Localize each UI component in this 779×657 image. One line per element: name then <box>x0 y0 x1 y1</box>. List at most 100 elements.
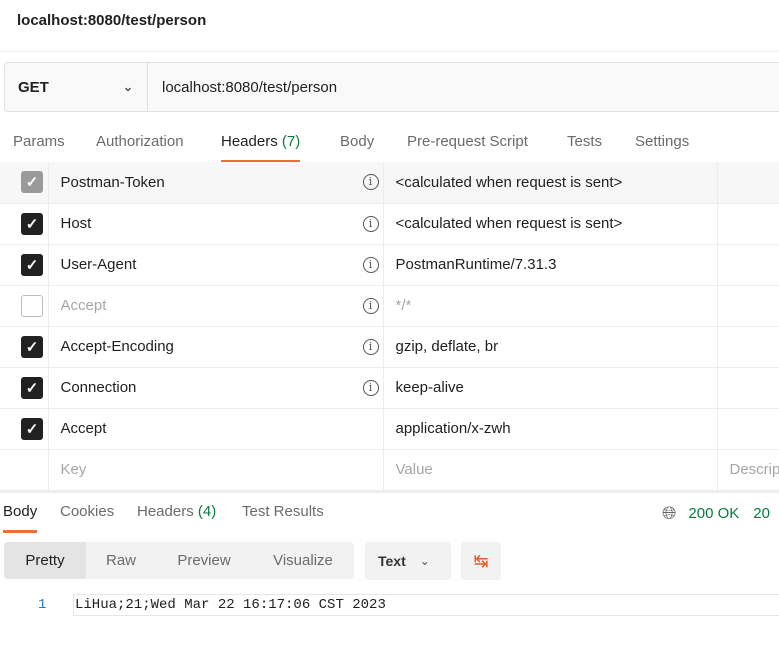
header-value[interactable]: */* <box>383 285 718 327</box>
chevron-down-icon: ⌄ <box>122 80 133 94</box>
view-visualize[interactable]: Visualize <box>252 542 354 579</box>
divider <box>0 51 779 52</box>
header-value[interactable]: gzip, deflate, br <box>383 326 718 368</box>
header-checkbox[interactable]: ✓ <box>21 335 43 358</box>
header-row: ✓ Accept-Encoding i gzip, deflate, br <box>0 326 779 368</box>
header-key[interactable]: User-Agent i <box>48 244 384 286</box>
checkbox-cell: ✓ <box>0 162 49 204</box>
info-icon[interactable]: i <box>362 297 379 314</box>
res-tab-body[interactable]: Body <box>3 503 38 533</box>
header-row: ✓ User-Agent i PostmanRuntime/7.31.3 <box>0 244 779 286</box>
header-key[interactable]: Connection i <box>48 367 384 409</box>
headers-table: ✓ Postman-Token i <calculated when reques… <box>0 162 779 491</box>
header-key[interactable]: Accept <box>48 408 384 450</box>
header-key-text: Accept <box>60 297 107 314</box>
key-input[interactable]: Key <box>48 449 384 491</box>
pane-divider[interactable] <box>0 490 779 493</box>
view-pretty[interactable]: Pretty <box>4 542 86 579</box>
tab-authorization[interactable]: Authorization <box>96 133 184 153</box>
res-headers-count: (4) <box>197 503 217 520</box>
info-icon[interactable]: i <box>362 379 379 396</box>
info-icon[interactable]: i <box>362 338 379 355</box>
header-description[interactable] <box>717 162 779 204</box>
wrap-lines-button[interactable]: ↹ <box>461 542 501 580</box>
view-preview[interactable]: Preview <box>156 542 252 579</box>
header-row: ✓ Accept application/x-zwh <box>0 408 779 450</box>
tab-tests[interactable]: Tests <box>567 133 602 153</box>
header-key[interactable]: Postman-Token i <box>48 162 384 204</box>
header-key-text: Accept-Encoding <box>60 338 174 355</box>
header-checkbox[interactable]: ✓ <box>21 253 43 276</box>
response-body[interactable]: LiHua;21;Wed Mar 22 16:17:06 CST 2023 <box>73 594 779 616</box>
header-value[interactable]: <calculated when request is sent> <box>383 162 718 204</box>
res-headers-label: Headers <box>137 503 194 520</box>
header-row: ✓ Connection i keep-alive <box>0 367 779 409</box>
header-key[interactable]: Host i <box>48 203 384 245</box>
checkbox-cell <box>0 449 49 491</box>
value-input[interactable]: Value <box>383 449 718 491</box>
url-input[interactable]: localhost:8080/test/person <box>148 63 337 111</box>
checkbox-cell: ✓ <box>0 367 49 409</box>
header-description[interactable] <box>717 326 779 368</box>
header-checkbox[interactable]: ✓ <box>21 376 43 399</box>
header-row: ✓ Postman-Token i <calculated when reques… <box>0 162 779 204</box>
checkbox-cell: ✓ <box>0 408 49 450</box>
header-value[interactable]: keep-alive <box>383 367 718 409</box>
header-key-text: Connection <box>60 379 137 396</box>
method-label: GET <box>18 78 49 96</box>
header-checkbox[interactable]: ✓ <box>21 212 43 235</box>
globe-icon[interactable]: 🌐︎ <box>662 503 676 524</box>
header-key-text: Accept <box>60 420 107 437</box>
res-tab-test-results[interactable]: Test Results <box>242 503 324 523</box>
header-description[interactable] <box>717 408 779 450</box>
header-checkbox[interactable] <box>21 294 43 317</box>
header-key[interactable]: Accept i <box>48 285 384 327</box>
description-input[interactable]: Descrip <box>717 449 779 491</box>
headers-count: (7) <box>281 133 301 150</box>
header-checkbox[interactable]: ✓ <box>21 171 43 194</box>
header-row: ✓ Host i <calculated when request is sent… <box>0 203 779 245</box>
chevron-down-icon: ⌄ <box>419 554 430 568</box>
header-description[interactable] <box>717 285 779 327</box>
view-mode-segmented: Pretty Raw Preview Visualize <box>4 542 354 579</box>
res-tab-headers[interactable]: Headers (4) <box>137 503 216 523</box>
header-value[interactable]: application/x-zwh <box>383 408 718 450</box>
response-time[interactable]: 20 <box>753 505 770 522</box>
tab-pre-request-script[interactable]: Pre-request Script <box>407 133 528 153</box>
header-key-text: Host <box>60 215 92 232</box>
header-key-text: Postman-Token <box>60 173 165 191</box>
tab-settings[interactable]: Settings <box>635 133 689 153</box>
wrap-icon: ↹ <box>473 550 489 571</box>
checkbox-cell: ✓ <box>0 203 49 245</box>
header-key[interactable]: Accept-Encoding i <box>48 326 384 368</box>
tab-body[interactable]: Body <box>340 133 374 153</box>
header-description[interactable] <box>717 367 779 409</box>
new-header-row: Key Value Descrip <box>0 449 779 491</box>
response-status: 🌐︎ 200 OK 20 <box>662 503 770 524</box>
info-icon[interactable]: i <box>362 256 379 273</box>
format-label: Text <box>378 553 406 569</box>
header-checkbox[interactable]: ✓ <box>21 417 43 440</box>
header-description[interactable] <box>717 203 779 245</box>
tab-headers[interactable]: Headers (7) <box>221 133 301 163</box>
status-code[interactable]: 200 OK <box>688 505 739 522</box>
info-icon[interactable]: i <box>362 174 379 190</box>
header-key-text: User-Agent <box>60 256 137 273</box>
header-row: Accept i */* <box>0 285 779 327</box>
method-select[interactable]: GET ⌄ <box>5 63 148 111</box>
checkbox-cell <box>0 285 49 327</box>
line-number: 1 <box>38 597 47 613</box>
checkbox-cell: ✓ <box>0 326 49 368</box>
request-title: localhost:8080/test/person <box>17 12 207 29</box>
info-icon[interactable]: i <box>362 215 379 232</box>
res-tab-cookies[interactable]: Cookies <box>60 503 114 523</box>
header-description[interactable] <box>717 244 779 286</box>
tab-params[interactable]: Params <box>13 133 65 153</box>
view-raw[interactable]: Raw <box>86 542 156 579</box>
checkbox-cell: ✓ <box>0 244 49 286</box>
url-bar: GET ⌄ localhost:8080/test/person <box>4 62 779 112</box>
tab-headers-label: Headers <box>221 133 278 150</box>
header-value[interactable]: PostmanRuntime/7.31.3 <box>383 244 718 286</box>
header-value[interactable]: <calculated when request is sent> <box>383 203 718 245</box>
format-select[interactable]: Text ⌄ <box>365 542 451 580</box>
